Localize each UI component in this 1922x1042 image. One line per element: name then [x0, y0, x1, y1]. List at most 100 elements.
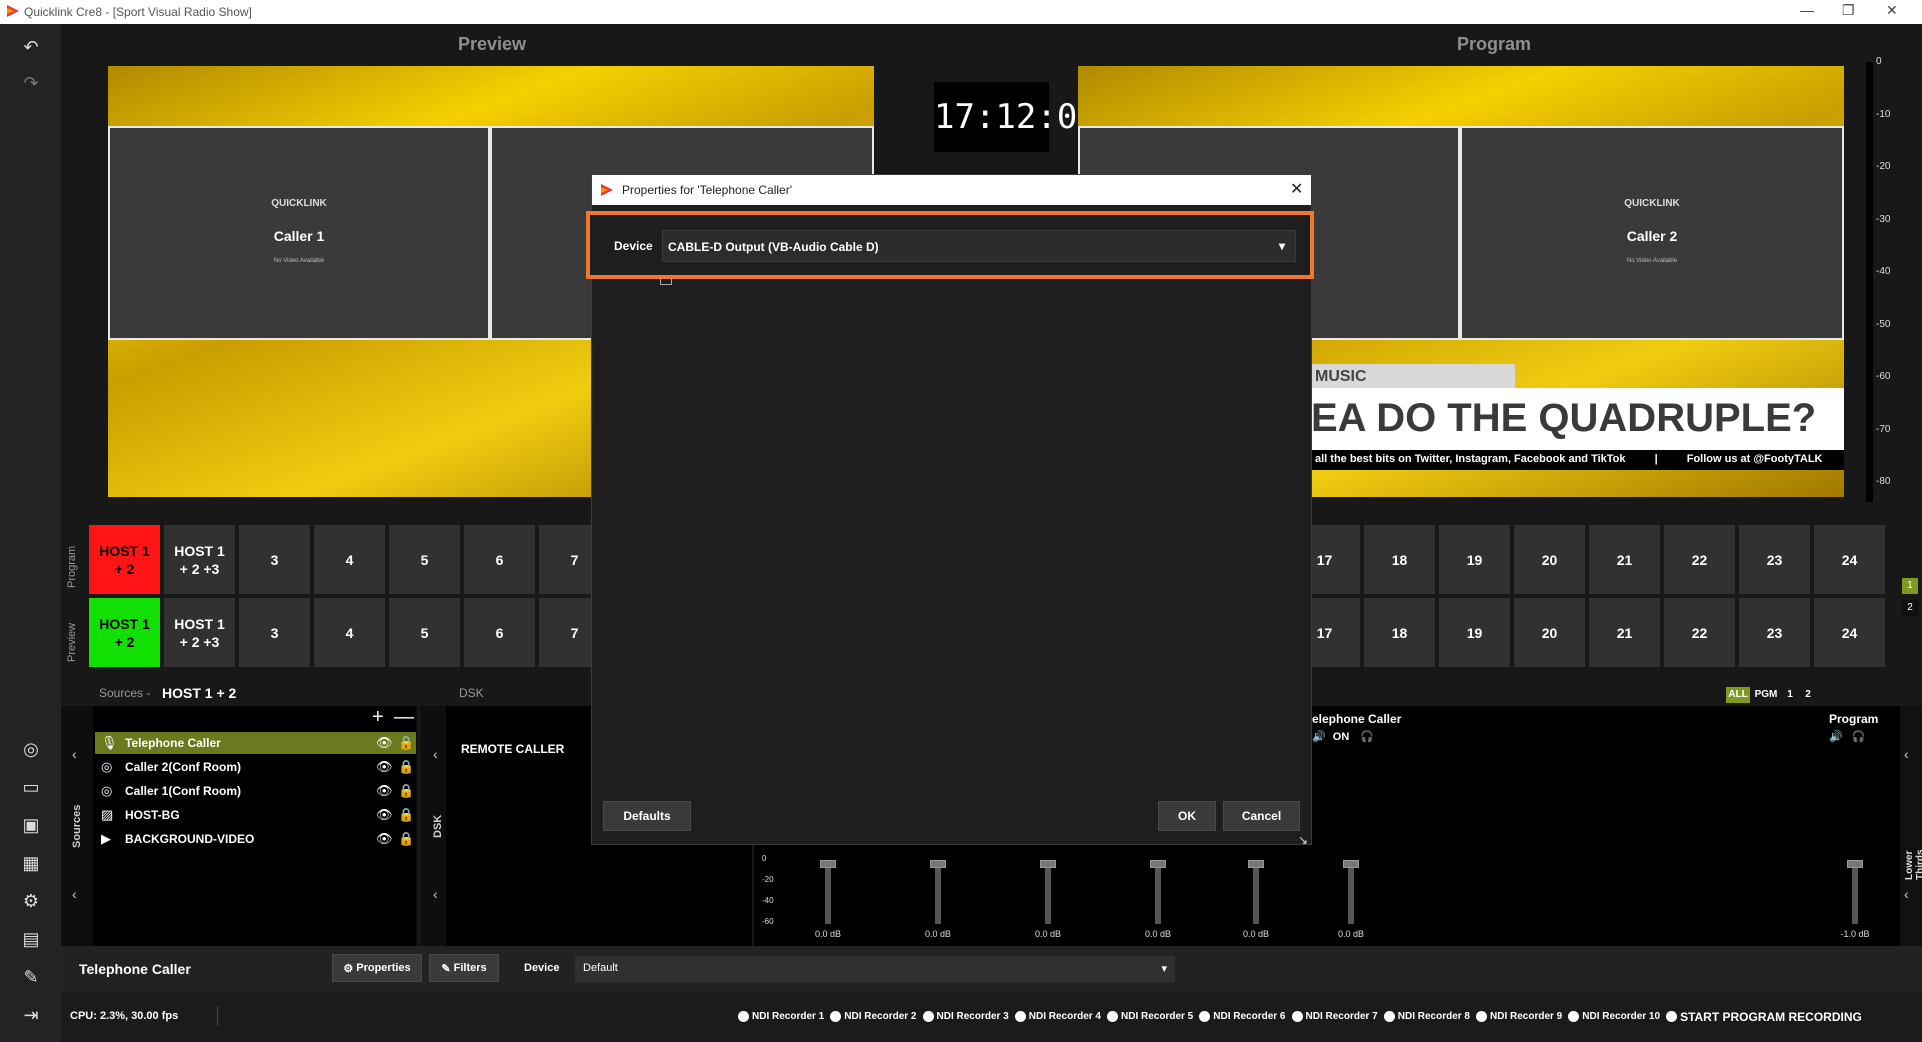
program-fader[interactable] — [1847, 860, 1863, 924]
program-scene-right-1-button[interactable]: 18 — [1364, 525, 1435, 594]
display-icon[interactable]: ▣ — [18, 812, 44, 838]
program-scene-host1-button[interactable]: HOST 1 + 2 — [89, 525, 160, 594]
fader-knob[interactable] — [1248, 860, 1264, 868]
preview-scene-right-1-button[interactable]: 18 — [1364, 598, 1435, 667]
program-scene-left-1-button[interactable]: 4 — [314, 525, 385, 594]
eye-icon[interactable]: 👁 — [376, 735, 398, 751]
layout-grid-icon[interactable]: ▦ — [18, 850, 44, 876]
fader-knob[interactable] — [1343, 860, 1359, 868]
lower-thirds-control-label[interactable]: Lower Thirds Control — [1904, 844, 1922, 880]
source-item[interactable]: ▨ HOST-BG 👁 🔒 — [95, 804, 416, 826]
eye-icon[interactable]: 👁 — [376, 831, 398, 847]
filters-button[interactable]: ✎ Filters — [429, 954, 499, 982]
speaker-icon[interactable]: 🔊 — [1312, 731, 1326, 743]
program-scene-right-5-button[interactable]: 22 — [1664, 525, 1735, 594]
preview-scene-right-4-button[interactable]: 21 — [1589, 598, 1660, 667]
ok-button[interactable]: OK — [1158, 801, 1216, 831]
preview-scene-right-2-button[interactable]: 19 — [1439, 598, 1510, 667]
dsk-item-remote-caller[interactable]: REMOTE CALLER — [461, 742, 564, 756]
preview-scene-right-3-button[interactable]: 20 — [1514, 598, 1585, 667]
source-item[interactable]: ▶ BACKGROUND-VIDEO 👁 🔒 — [95, 828, 416, 850]
start-program-recording-button[interactable]: START PROGRAM RECORDING — [1666, 1010, 1862, 1024]
preview-scene-left-2-button[interactable]: 5 — [389, 598, 460, 667]
fader-knob[interactable] — [820, 860, 836, 868]
eye-icon[interactable]: 👁 — [376, 783, 398, 799]
preview-scene-host2-button[interactable]: HOST 1 + 2 +3 — [164, 598, 235, 667]
dialog-device-select[interactable]: CABLE-D Output (VB-Audio Cable D) ▾ — [662, 230, 1296, 262]
mixer-filter-1[interactable]: 1 — [1782, 687, 1798, 703]
source-item[interactable]: 🎙 Telephone Caller 👁 🔒 — [95, 732, 416, 754]
sources-collapse-icon[interactable]: ‹ — [72, 746, 77, 762]
resize-grip-icon[interactable]: ↘ — [1298, 833, 1308, 847]
eye-icon[interactable]: 👁 — [376, 807, 398, 823]
quicklink-icon[interactable]: ◎ — [18, 736, 44, 762]
preview-scene-right-7-button[interactable]: 24 — [1814, 598, 1885, 667]
program-headphones-icon[interactable]: 🎧 — [1852, 731, 1866, 743]
close-window-button[interactable]: ✕ — [1886, 2, 1898, 19]
maximize-button[interactable]: ❐ — [1842, 2, 1855, 19]
program-scene-right-4-button[interactable]: 21 — [1589, 525, 1660, 594]
preview-scene-host1-button[interactable]: HOST 1 + 2 — [89, 598, 160, 667]
channel-fader[interactable] — [1150, 860, 1166, 924]
preview-scene-left-3-button[interactable]: 6 — [464, 598, 535, 667]
lock-icon[interactable]: 🔒 — [398, 807, 416, 823]
channel-fader[interactable] — [1248, 860, 1264, 924]
device-select[interactable]: Default ▾ — [575, 956, 1175, 982]
program-scene-left-0-button[interactable]: 3 — [239, 525, 310, 594]
source-item[interactable]: ◎ Caller 2(Conf Room) 👁 🔒 — [95, 756, 416, 778]
fader-knob[interactable] — [1847, 860, 1863, 868]
ndi-recorder-toggle[interactable]: NDI Recorder 9 — [1476, 1011, 1562, 1022]
lower-thirds-collapse-icon[interactable]: ‹ — [1904, 746, 1909, 762]
tools-icon[interactable]: ✎ — [18, 964, 44, 990]
fader-knob[interactable] — [930, 860, 946, 868]
properties-button[interactable]: ⚙ Properties — [332, 954, 422, 982]
lower-thirds-expand-icon[interactable]: ‹ — [1904, 886, 1909, 902]
eye-icon[interactable]: 👁 — [376, 759, 398, 775]
page-1-button[interactable]: 1 — [1902, 578, 1918, 594]
preview-scene-right-5-button[interactable]: 22 — [1664, 598, 1735, 667]
redo-icon[interactable]: ↷ — [18, 70, 44, 96]
ndi-recorder-toggle[interactable]: NDI Recorder 7 — [1291, 1011, 1378, 1022]
monitor-icon[interactable]: ▭ — [18, 774, 44, 800]
program-speaker-icon[interactable]: 🔊 — [1829, 731, 1843, 743]
folder-icon[interactable]: ▤ — [18, 926, 44, 952]
undo-icon[interactable]: ↶ — [18, 34, 44, 60]
program-scene-right-2-button[interactable]: 19 — [1439, 525, 1510, 594]
program-scene-right-7-button[interactable]: 24 — [1814, 525, 1885, 594]
fader-knob[interactable] — [1040, 860, 1056, 868]
exit-icon[interactable]: ⇥ — [18, 1002, 44, 1028]
dialog-close-button[interactable]: ✕ — [1290, 179, 1303, 199]
program-scene-left-2-button[interactable]: 5 — [389, 525, 460, 594]
source-item[interactable]: ◎ Caller 1(Conf Room) 👁 🔒 — [95, 780, 416, 802]
fader-knob[interactable] — [1150, 860, 1166, 868]
channel-fader[interactable] — [930, 860, 946, 924]
program-scene-left-3-button[interactable]: 6 — [464, 525, 535, 594]
mixer-filter-all[interactable]: ALL — [1726, 687, 1750, 703]
ndi-recorder-toggle[interactable]: NDI Recorder 8 — [1383, 1011, 1470, 1022]
lock-icon[interactable]: 🔒 — [398, 783, 416, 799]
sources-expand-icon[interactable]: ‹ — [72, 886, 77, 902]
unlock-icon[interactable]: 🔒 — [398, 735, 416, 751]
program-scene-right-6-button[interactable]: 23 — [1739, 525, 1810, 594]
add-source-button[interactable]: + — [372, 706, 384, 729]
program-scene-host2-button[interactable]: HOST 1 + 2 +3 — [164, 525, 235, 594]
ndi-recorder-toggle[interactable]: NDI Recorder 4 — [1014, 1011, 1101, 1022]
preview-scene-right-6-button[interactable]: 23 — [1739, 598, 1810, 667]
ndi-recorder-toggle[interactable]: NDI Recorder 3 — [922, 1011, 1009, 1022]
preview-scene-left-0-button[interactable]: 3 — [239, 598, 310, 667]
remove-source-button[interactable]: — — [394, 706, 414, 729]
program-scene-right-3-button[interactable]: 20 — [1514, 525, 1585, 594]
minimize-button[interactable]: — — [1800, 2, 1814, 18]
lock-icon[interactable]: 🔒 — [398, 831, 416, 847]
channel-fader[interactable] — [820, 860, 836, 924]
lock-icon[interactable]: 🔒 — [398, 759, 416, 775]
page-2-button[interactable]: 2 — [1902, 600, 1918, 616]
gear-icon[interactable]: ⚙ — [18, 888, 44, 914]
mixer-filter-pgm[interactable]: PGM — [1752, 687, 1780, 703]
dsk-collapse-icon[interactable]: ‹ — [433, 746, 438, 762]
ndi-recorder-toggle[interactable]: NDI Recorder 10 — [1568, 1011, 1660, 1022]
ndi-recorder-toggle[interactable]: NDI Recorder 5 — [1107, 1011, 1193, 1022]
dsk-expand-icon[interactable]: ‹ — [433, 886, 438, 902]
channel-fader[interactable] — [1040, 860, 1056, 924]
ndi-recorder-toggle[interactable]: NDI Recorder 1 — [738, 1011, 824, 1022]
